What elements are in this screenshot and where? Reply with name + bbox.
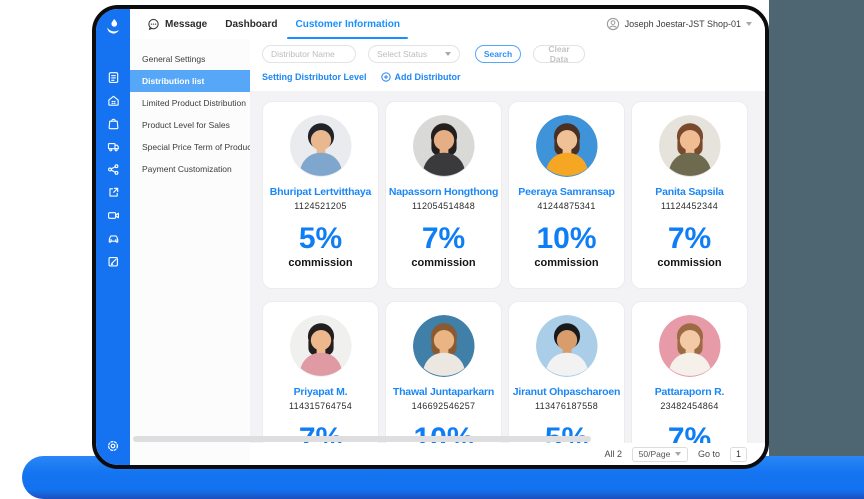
- status-select[interactable]: Select Status: [368, 45, 460, 63]
- page-size-select[interactable]: 50/Page: [632, 447, 688, 462]
- settings-sidebar: General Settings Distribution list Limit…: [130, 39, 250, 465]
- avatar: [659, 115, 721, 177]
- distributor-name: Thawal Juntaparkarn: [386, 386, 501, 398]
- camera-icon[interactable]: [107, 209, 120, 222]
- pagination-bar: All 2 50/Page Go to: [250, 443, 765, 465]
- distributor-name: Jiranut Ohpascharoen: [509, 386, 624, 398]
- sidebar-item-distribution-list[interactable]: Distribution list: [130, 70, 250, 92]
- user-avatar-icon: [606, 17, 620, 31]
- car-icon[interactable]: [107, 232, 120, 245]
- distributor-name: Panita Sapsila: [632, 186, 747, 198]
- avatar: [536, 115, 598, 177]
- clear-data-button[interactable]: Clear Data: [533, 45, 585, 63]
- plus-circle-icon: [381, 72, 391, 82]
- distributor-id: 114315764754: [263, 401, 378, 411]
- total-count-label: All 2: [604, 449, 622, 459]
- topbar: Message Dashboard Customer Information J…: [130, 9, 765, 40]
- gear-icon[interactable]: [106, 439, 120, 453]
- content-area: Select Status Search Clear Data Setting …: [250, 39, 765, 465]
- add-distributor-label: Add Distributor: [395, 72, 461, 82]
- sidebar-item-payment-customization[interactable]: Payment Customization: [130, 158, 250, 180]
- distributor-id: 23482454864: [632, 401, 747, 411]
- chat-bubble-icon: [147, 18, 160, 31]
- search-button[interactable]: Search: [475, 45, 521, 63]
- goto-page-input[interactable]: [730, 447, 747, 462]
- home-icon[interactable]: [107, 94, 120, 107]
- tab-message-label: Message: [165, 19, 207, 30]
- document-icon[interactable]: [107, 71, 120, 84]
- commission-percent: 10%: [509, 224, 624, 254]
- distributor-card[interactable]: Napassorn Hongthong 112054514848 7% comm…: [385, 101, 502, 289]
- distributor-name: Napassorn Hongthong: [386, 186, 501, 198]
- page-size-value: 50/Page: [639, 449, 671, 459]
- user-menu[interactable]: Joseph Joestar-JST Shop-01: [606, 17, 765, 31]
- distributor-card[interactable]: Bhuripat Lertvitthaya 1124521205 5% comm…: [262, 101, 379, 289]
- sidebar-item-special-price-term[interactable]: Special Price Term of Product: [130, 136, 250, 158]
- distributor-name: Bhuripat Lertvitthaya: [263, 186, 378, 198]
- share-icon[interactable]: [107, 163, 120, 176]
- setting-distributor-level-link[interactable]: Setting Distributor Level: [262, 72, 367, 82]
- sidebar-item-general-settings[interactable]: General Settings: [130, 48, 250, 70]
- bag-icon[interactable]: [107, 117, 120, 130]
- commission-percent: 7%: [632, 224, 747, 254]
- tab-message[interactable]: Message: [138, 9, 216, 39]
- avatar: [290, 115, 352, 177]
- add-distributor-link[interactable]: Add Distributor: [381, 72, 461, 82]
- avatar: [413, 115, 475, 177]
- distributor-id: 1124521205: [263, 201, 378, 211]
- horizontal-scrollbar-thumb[interactable]: [133, 436, 591, 442]
- distributor-name-input[interactable]: [262, 45, 356, 63]
- distributor-id: 11124452344: [632, 201, 747, 211]
- distributor-id: 112054514848: [386, 201, 501, 211]
- commission-label: commission: [509, 257, 624, 269]
- tab-dashboard[interactable]: Dashboard: [216, 9, 286, 39]
- distributor-name: Pattaraporn R.: [632, 386, 747, 398]
- avatar: [536, 315, 598, 377]
- user-name: Joseph Joestar-JST Shop-01: [625, 19, 741, 29]
- sidebar-item-limited-product-distribution[interactable]: Limited Product Distribution: [130, 92, 250, 114]
- distributor-card[interactable]: Peeraya Samransap 41244875341 10% commis…: [508, 101, 625, 289]
- chevron-down-icon: [746, 22, 752, 26]
- commission-label: commission: [263, 257, 378, 269]
- avatar: [290, 315, 352, 377]
- distributor-id: 146692546257: [386, 401, 501, 411]
- commission-percent: 5%: [263, 224, 378, 254]
- export-icon[interactable]: [107, 186, 120, 199]
- compose-icon[interactable]: [107, 255, 120, 268]
- tab-customer-information[interactable]: Customer Information: [286, 9, 408, 39]
- distributor-id: 113476187558: [509, 401, 624, 411]
- distributor-card[interactable]: Panita Sapsila 11124452344 7% commission: [631, 101, 748, 289]
- avatar: [659, 315, 721, 377]
- chevron-down-icon: [675, 452, 681, 456]
- avatar: [413, 315, 475, 377]
- distributor-name: Peeraya Samransap: [509, 186, 624, 198]
- commission-label: commission: [386, 257, 501, 269]
- backdrop-slate-panel: [769, 0, 864, 499]
- status-select-placeholder: Select Status: [377, 49, 427, 59]
- commission-label: commission: [632, 257, 747, 269]
- tab-dashboard-label: Dashboard: [225, 19, 277, 30]
- brand-droplet-logo-icon: [103, 17, 123, 42]
- app-window: Message Dashboard Customer Information J…: [92, 5, 769, 469]
- commission-percent: 7%: [386, 224, 501, 254]
- distributor-id: 41244875341: [509, 201, 624, 211]
- tab-customer-information-label: Customer Information: [295, 19, 399, 30]
- chevron-down-icon: [445, 52, 451, 56]
- goto-label: Go to: [698, 449, 720, 459]
- distributor-name: Priyapat M.: [263, 386, 378, 398]
- search-toolbar: Select Status Search Clear Data Setting …: [250, 39, 765, 91]
- nav-rail: [96, 9, 130, 465]
- truck-icon[interactable]: [107, 140, 120, 153]
- distributor-card-grid: Bhuripat Lertvitthaya 1124521205 5% comm…: [262, 101, 748, 469]
- sidebar-item-product-level-for-sales[interactable]: Product Level for Sales: [130, 114, 250, 136]
